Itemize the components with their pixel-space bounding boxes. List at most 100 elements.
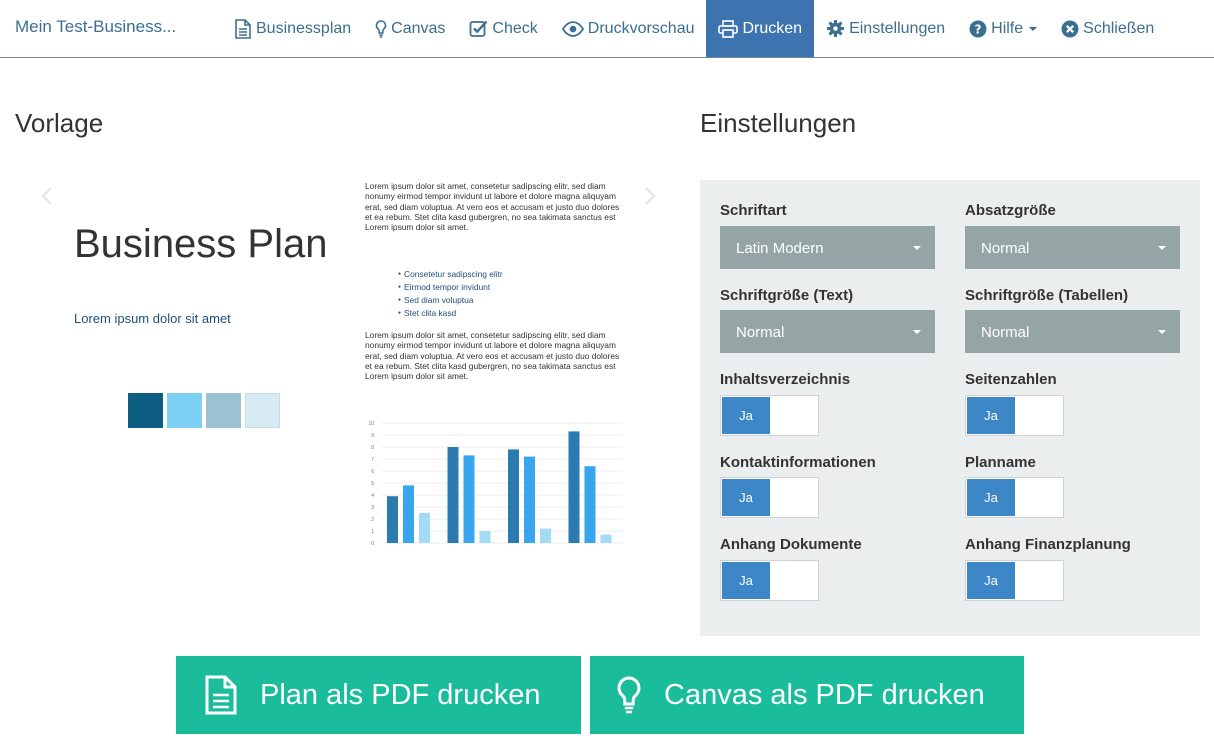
chart-bar [387, 496, 398, 543]
nav-check-label: Check [492, 19, 538, 37]
question-circle-icon: ? [969, 20, 987, 37]
y-tick-label: 9 [371, 433, 374, 439]
y-tick-label: 10 [368, 421, 374, 427]
anhang-dok-label: Anhang Dokumente [720, 536, 862, 553]
vorlage-heading: Vorlage [15, 108, 104, 138]
list-item: Stet clita kasd [398, 307, 503, 320]
absatz-label: Absatzgröße [965, 202, 1056, 219]
anhang-fin-toggle[interactable]: Ja [965, 560, 1064, 601]
lightbulb-icon [375, 19, 387, 38]
preview-title: Business Plan [74, 222, 328, 266]
y-tick-label: 6 [371, 469, 374, 475]
nav-drucken-label: Drucken [742, 19, 803, 37]
color-swatch-3[interactable] [206, 393, 241, 428]
schriftgroesse-text-select[interactable]: Normal [720, 310, 935, 353]
toggle-on-label: Ja [967, 562, 1015, 599]
seitenzahlen-label: Seitenzahlen [965, 371, 1057, 388]
nav-hilfe-label: Hilfe [991, 19, 1024, 37]
lightbulb-icon [617, 676, 641, 714]
absatz-select[interactable]: Normal [965, 226, 1180, 269]
color-swatch-1[interactable] [128, 393, 163, 428]
plan-pdf-button[interactable]: Plan als PDF drucken [176, 656, 581, 734]
nav-hilfe[interactable]: ? Hilfe [957, 0, 1049, 57]
nav-einstellungen[interactable]: Einstellungen [814, 0, 957, 57]
y-tick-label: 5 [371, 481, 374, 487]
y-tick-label: 4 [371, 493, 374, 499]
schriftgroesse-tab-select[interactable]: Normal [965, 310, 1180, 353]
toggle-on-label: Ja [722, 397, 770, 434]
chart-bar [568, 431, 580, 543]
preview-bar-chart: 109876543210 [368, 421, 623, 546]
nav-businessplan[interactable]: Businessplan [222, 0, 363, 57]
kontakt-toggle[interactable]: Ja [720, 477, 819, 518]
svg-text:?: ? [975, 22, 982, 36]
inhaltsverzeichnis-toggle[interactable]: Ja [720, 395, 819, 436]
chart-bar [479, 531, 491, 543]
gear-icon [827, 19, 845, 38]
file-text-icon [205, 675, 237, 715]
chart-bar [463, 455, 475, 543]
einstellungen-heading: Einstellungen [700, 108, 857, 138]
caret-down-icon [913, 330, 921, 334]
kontakt-label: Kontaktinformationen [720, 454, 876, 471]
schriftart-value: Latin Modern [736, 240, 824, 257]
nav-schliessen[interactable]: Schließen [1049, 0, 1166, 57]
nav-druckvorschau-label: Druckvorschau [587, 19, 695, 37]
chart-bar [524, 456, 535, 543]
y-tick-label: 3 [371, 505, 374, 511]
chart-bar [540, 528, 551, 543]
preview-subtitle: Lorem ipsum dolor sit amet [74, 311, 231, 326]
toggle-on-label: Ja [722, 479, 770, 516]
schriftgroesse-tab-label: Schriftgröße (Tabellen) [965, 287, 1129, 304]
nav-einstellungen-label: Einstellungen [849, 19, 946, 37]
color-swatches [128, 393, 280, 428]
main-nav: Businessplan Canvas Check Druckvorschau … [222, 0, 1166, 57]
brand-title[interactable]: Mein Test-Business... [15, 17, 176, 37]
schriftgroesse-text-label: Schriftgröße (Text) [720, 287, 854, 304]
schriftart-select[interactable]: Latin Modern [720, 226, 935, 269]
carousel-next-button[interactable] [643, 186, 657, 211]
y-tick-label: 2 [371, 517, 374, 523]
print-icon [718, 19, 739, 38]
nav-canvas-label: Canvas [391, 19, 446, 37]
nav-drucken[interactable]: Drucken [706, 0, 815, 57]
preview-paragraph-2: Lorem ipsum dolor sit amet, consetetur s… [365, 330, 620, 382]
canvas-pdf-button[interactable]: Canvas als PDF drucken [590, 656, 1024, 734]
top-navbar: Mein Test-Business... Businessplan Canva… [0, 0, 1214, 58]
caret-down-icon [1158, 330, 1166, 334]
eye-icon [561, 20, 584, 37]
toggle-on-label: Ja [967, 397, 1015, 434]
schriftgroesse-text-value: Normal [736, 324, 785, 341]
inhaltsverzeichnis-label: Inhaltsverzeichnis [720, 371, 851, 388]
caret-down-icon [1158, 246, 1166, 250]
check-square-icon [470, 20, 488, 37]
nav-businessplan-label: Businessplan [256, 19, 352, 37]
list-item: Eirmod tempor invidunt [398, 281, 503, 294]
nav-druckvorschau[interactable]: Druckvorschau [550, 0, 707, 57]
canvas-pdf-label: Canvas als PDF drucken [664, 678, 985, 711]
toggle-on-label: Ja [967, 479, 1015, 516]
y-tick-label: 7 [371, 457, 374, 463]
chevron-right-icon [645, 187, 656, 205]
nav-check[interactable]: Check [457, 0, 549, 57]
caret-down-icon [913, 246, 921, 250]
carousel-prev-button[interactable] [40, 186, 54, 211]
color-swatch-4[interactable] [245, 393, 280, 428]
color-swatch-2[interactable] [167, 393, 202, 428]
seitenzahlen-toggle[interactable]: Ja [965, 395, 1064, 436]
file-text-icon [235, 18, 251, 39]
y-tick-label: 8 [371, 445, 374, 451]
planname-toggle[interactable]: Ja [965, 477, 1064, 518]
anhang-dok-toggle[interactable]: Ja [720, 560, 819, 601]
list-item: Sed diam voluptua [398, 294, 503, 307]
preview-paragraph-1: Lorem ipsum dolor sit amet, consetetur s… [365, 181, 620, 233]
nav-schliessen-label: Schließen [1083, 19, 1155, 37]
chevron-left-icon [41, 187, 52, 205]
close-circle-icon [1061, 20, 1079, 37]
chart-bar [508, 449, 519, 543]
nav-canvas[interactable]: Canvas [363, 0, 457, 57]
planname-label: Planname [965, 454, 1036, 471]
chart-bar [600, 534, 612, 543]
toggle-on-label: Ja [722, 562, 770, 599]
anhang-fin-label: Anhang Finanzplanung [965, 536, 1131, 553]
